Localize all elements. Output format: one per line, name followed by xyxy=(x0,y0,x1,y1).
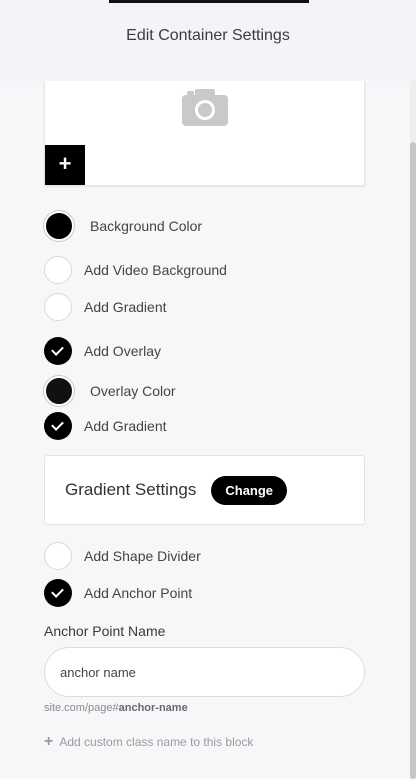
background-color-label: Background Color xyxy=(90,218,203,234)
overlay-color-swatch[interactable] xyxy=(44,376,74,406)
shape-divider-option[interactable]: Add Shape Divider xyxy=(44,542,201,570)
anchor-name-input[interactable] xyxy=(44,647,365,697)
change-gradient-button[interactable]: Change xyxy=(211,475,288,505)
add-custom-class-label: Add custom class name to this block xyxy=(59,735,254,749)
url-prefix: site.com/page# xyxy=(44,702,119,714)
gradient-label: Add Gradient xyxy=(84,299,167,315)
plus-icon: + xyxy=(44,733,54,750)
overlay-gradient-checkbox[interactable] xyxy=(44,412,72,440)
anchor-point-checkbox[interactable] xyxy=(44,579,72,607)
gradient-option[interactable]: Add Gradient xyxy=(44,293,167,321)
overlay-color-label: Overlay Color xyxy=(90,383,176,399)
background-color-swatch[interactable] xyxy=(44,211,74,241)
background-image-box[interactable]: + xyxy=(44,81,365,186)
anchor-name-label: Anchor Point Name xyxy=(44,623,166,639)
overlay-color-option[interactable]: Overlay Color xyxy=(44,376,176,406)
gradient-settings-title: Gradient Settings xyxy=(65,480,197,499)
overlay-gradient-option[interactable]: Add Gradient xyxy=(44,412,167,440)
panel-title: Edit Container Settings xyxy=(126,27,290,44)
overlay-checkbox[interactable] xyxy=(44,337,72,365)
gradient-settings-card: Gradient Settings Change xyxy=(44,455,365,525)
add-image-button[interactable]: + xyxy=(45,145,85,185)
overlay-option[interactable]: Add Overlay xyxy=(44,337,161,365)
anchor-point-label: Add Anchor Point xyxy=(84,585,193,601)
video-background-radio[interactable] xyxy=(44,256,72,284)
top-accent-bar xyxy=(109,0,309,3)
video-background-label: Add Video Background xyxy=(84,262,227,278)
video-background-option[interactable]: Add Video Background xyxy=(44,256,227,284)
overlay-label: Add Overlay xyxy=(84,343,162,359)
add-custom-class-link[interactable]: + Add custom class name to this block xyxy=(44,733,254,750)
url-anchor: anchor-name xyxy=(118,702,188,714)
background-color-option[interactable]: Background Color xyxy=(44,211,202,241)
gradient-radio[interactable] xyxy=(44,293,72,321)
shape-divider-radio[interactable] xyxy=(44,542,72,570)
camera-icon xyxy=(182,89,228,126)
anchor-url-preview: site.com/page#anchor-name xyxy=(44,702,188,714)
overlay-gradient-label: Add Gradient xyxy=(84,418,167,434)
shape-divider-label: Add Shape Divider xyxy=(84,548,201,564)
anchor-point-option[interactable]: Add Anchor Point xyxy=(44,579,192,607)
scrollbar-thumb[interactable] xyxy=(410,142,416,779)
